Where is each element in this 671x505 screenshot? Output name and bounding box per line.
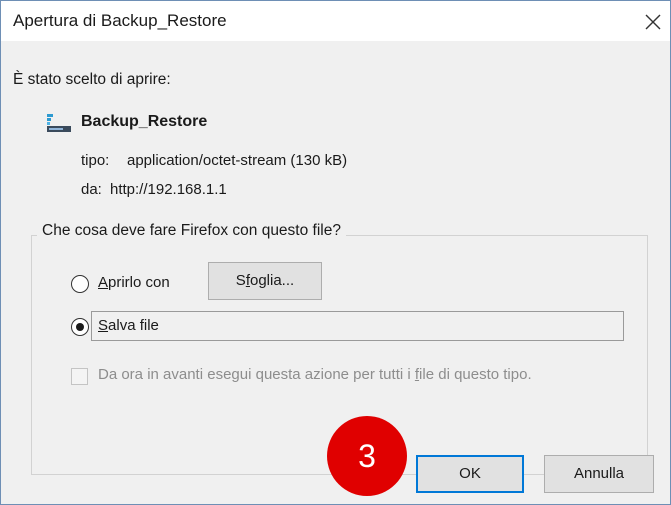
cancel-button[interactable]: Annulla <box>544 455 654 493</box>
ok-button[interactable]: OK <box>416 455 524 493</box>
file-icon <box>47 114 71 132</box>
dialog-body: È stato scelto di aprire: Backup_Restore… <box>1 41 670 504</box>
dialog-title: Apertura di Backup_Restore <box>13 11 227 30</box>
remember-checkbox[interactable] <box>71 368 88 385</box>
radio-selected-icon <box>76 323 84 331</box>
download-dialog: Apertura di Backup_Restore È stato scelt… <box>0 0 671 505</box>
type-value: application/octet-stream (130 kB) <box>127 152 348 169</box>
type-label: tipo: <box>81 152 110 169</box>
title-bar: Apertura di Backup_Restore <box>1 1 670 41</box>
browse-button[interactable]: Sfoglia... <box>208 262 322 300</box>
save-file-radio[interactable] <box>71 318 89 336</box>
step-badge: 3 <box>327 416 407 496</box>
intro-text: È stato scelto di aprire: <box>13 71 171 88</box>
from-value: http://192.168.1.1 <box>110 181 227 198</box>
save-file-label[interactable]: Salva file <box>98 317 159 334</box>
open-with-radio[interactable] <box>71 275 89 293</box>
save-file-focus <box>91 311 624 341</box>
remember-label: Da ora in avanti esegui questa azione pe… <box>98 366 532 383</box>
file-name: Backup_Restore <box>81 113 208 130</box>
open-with-label[interactable]: Aprirlo con <box>98 274 170 291</box>
close-icon[interactable] <box>640 9 666 35</box>
action-question: Che cosa deve fare Firefox con questo fi… <box>37 222 346 240</box>
from-label: da: <box>81 181 102 198</box>
